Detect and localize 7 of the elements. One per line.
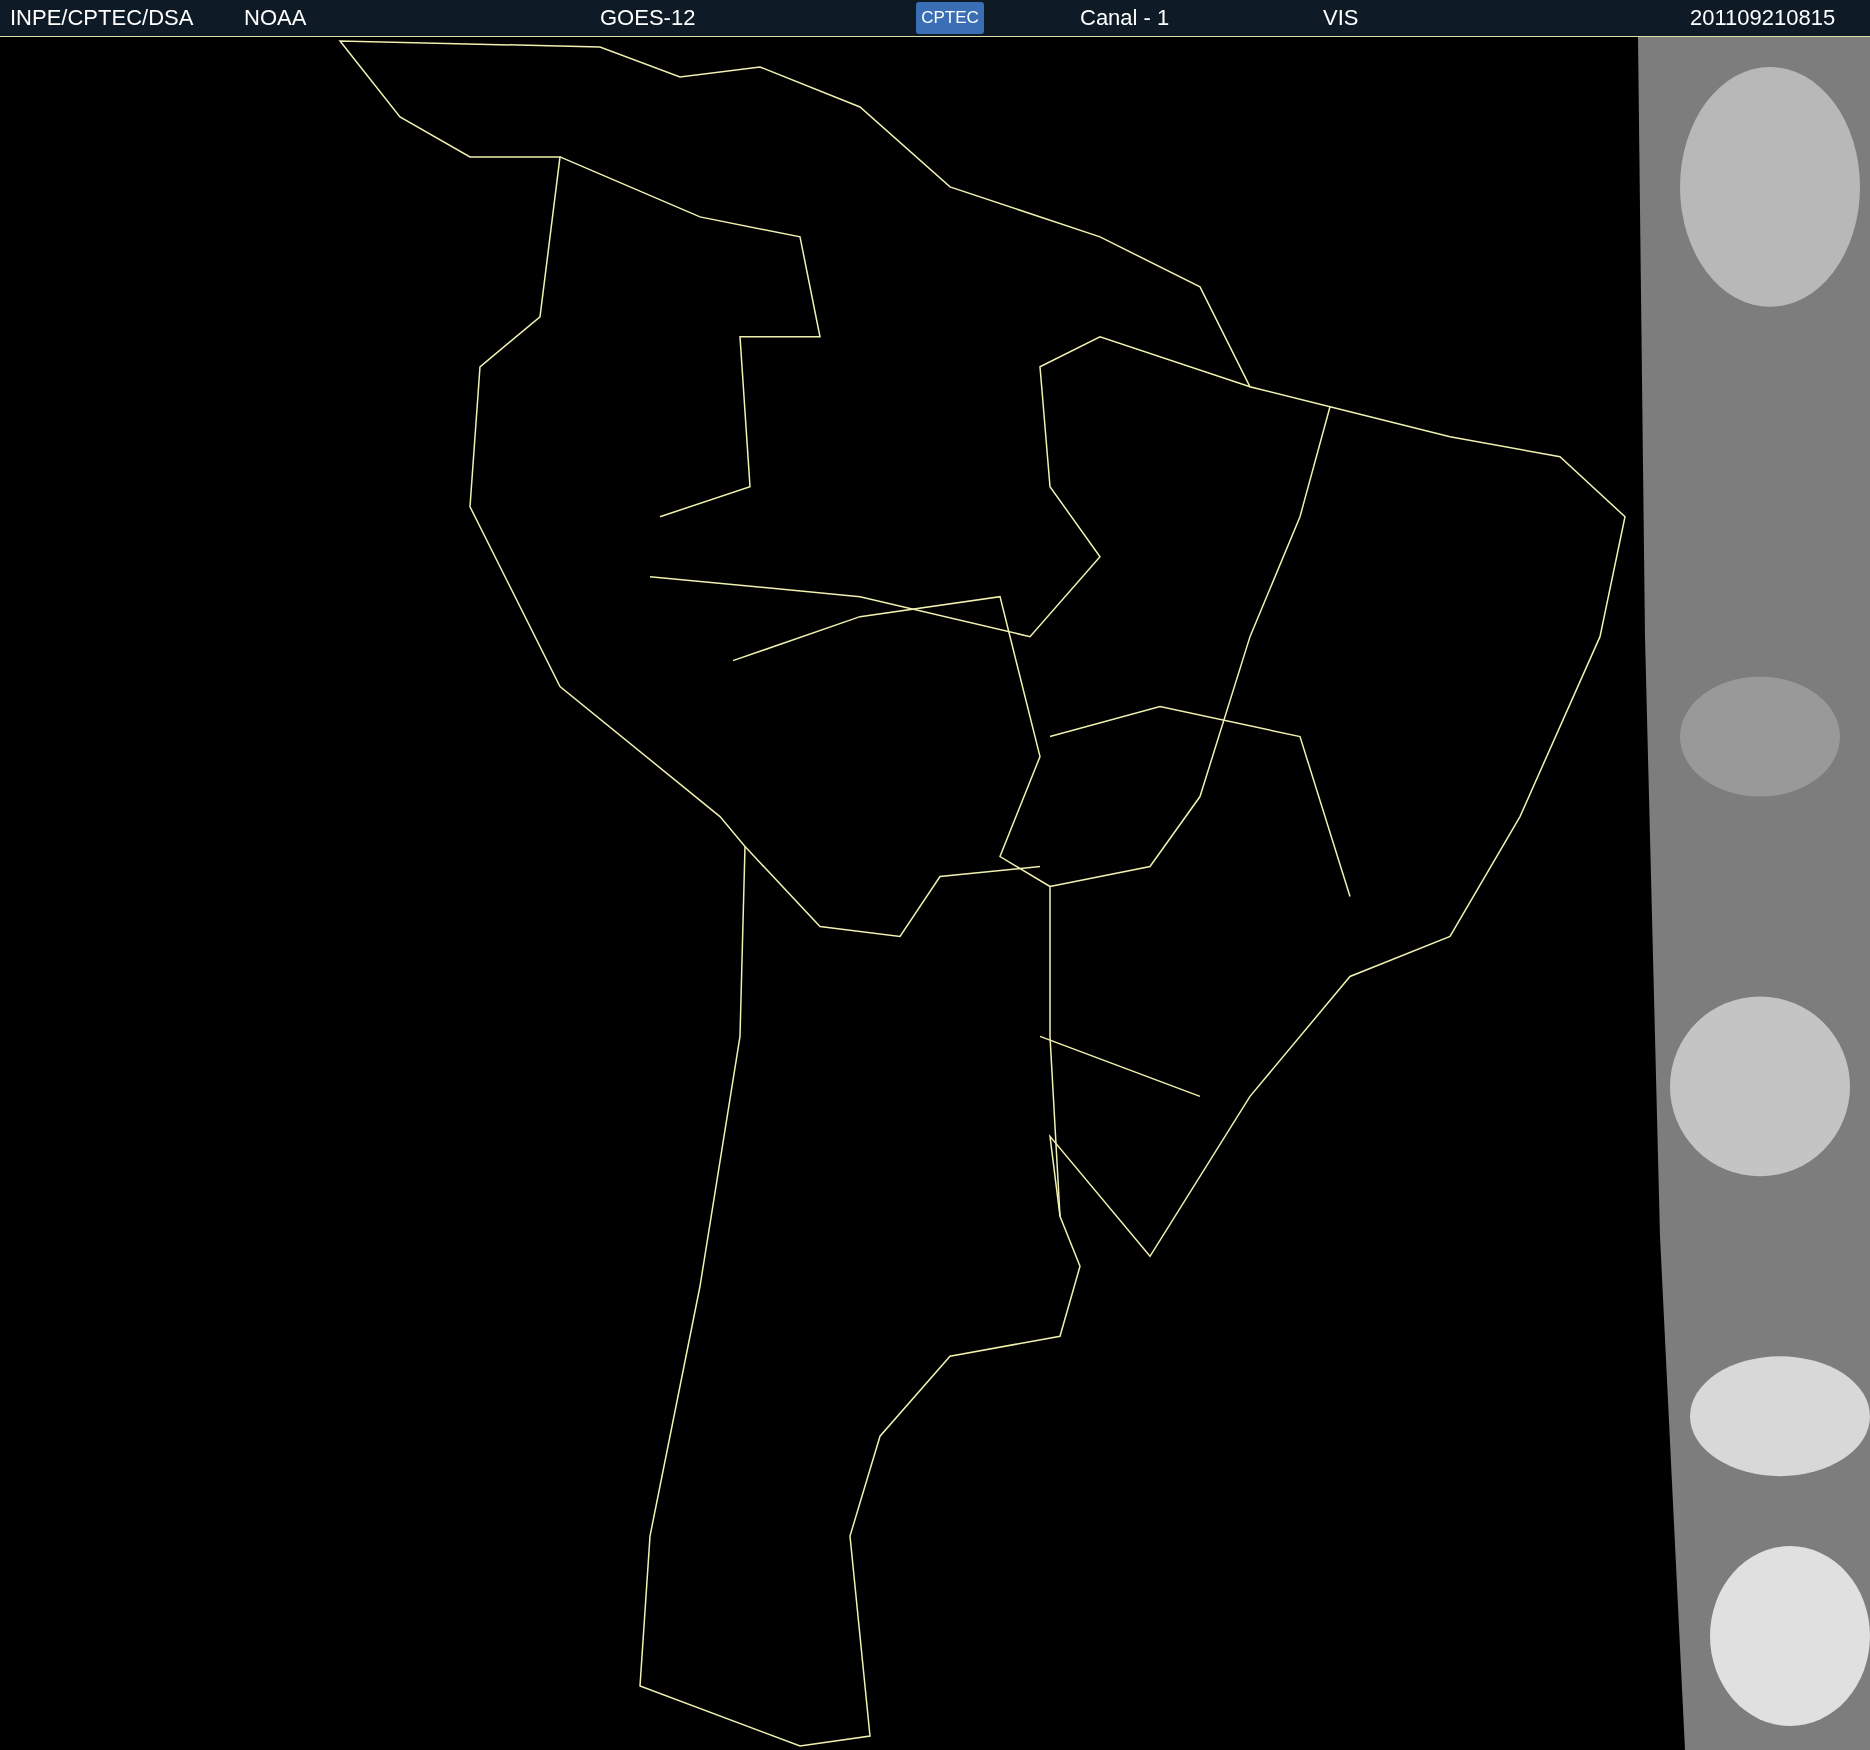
band-label: VIS: [1323, 5, 1360, 31]
agency-label: NOAA: [244, 5, 308, 31]
channel-label: Canal - 1: [1079, 5, 1171, 31]
logo: CPTEC: [916, 2, 984, 34]
satellite-label: GOES-12: [600, 5, 697, 31]
source-label: INPE/CPTEC/DSA: [9, 5, 195, 31]
timestamp-label: 201109210815: [1690, 5, 1837, 31]
